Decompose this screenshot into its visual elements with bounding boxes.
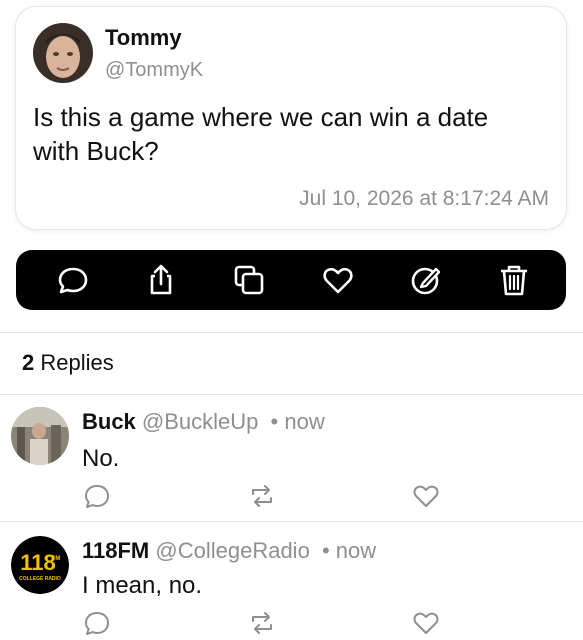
- reply-icon[interactable]: [56, 263, 90, 297]
- reply-item[interactable]: 118 FM COLLEGE RADIO 118FM @CollegeRadio…: [0, 522, 583, 640]
- author-avatar[interactable]: [33, 23, 93, 83]
- reply-time: • now: [321, 538, 377, 563]
- replies-number: 2: [22, 350, 35, 375]
- reply-icon[interactable]: [82, 608, 112, 638]
- copy-icon[interactable]: [232, 263, 266, 297]
- logo-caption: COLLEGE RADIO: [19, 576, 61, 582]
- logo-sup: FM: [52, 556, 61, 562]
- edit-icon[interactable]: [409, 263, 443, 297]
- replies-label: Replies: [40, 350, 114, 375]
- logo-number: 118: [20, 550, 56, 575]
- post-card: Tommy @TommyK Is this a game where we ca…: [16, 7, 566, 229]
- reply-author-name[interactable]: Buck: [82, 409, 136, 434]
- reply-text: I mean, no.: [82, 572, 203, 599]
- author-handle[interactable]: @TommyK: [105, 59, 203, 82]
- post-timestamp: Jul 10, 2026 at 8:17:24 AM: [299, 187, 549, 210]
- author-name[interactable]: Tommy: [105, 25, 182, 51]
- reply-item[interactable]: Buck @BuckleUp • now No.: [0, 395, 583, 520]
- reply-author-handle[interactable]: @CollegeRadio: [155, 538, 309, 563]
- reply-header: Buck @BuckleUp • now: [82, 409, 325, 435]
- reply-avatar[interactable]: [11, 407, 69, 465]
- reply-author-name[interactable]: 118FM: [82, 538, 149, 563]
- like-icon[interactable]: [411, 608, 441, 638]
- post-action-toolbar: [16, 250, 566, 310]
- replies-count: 2 Replies: [22, 350, 114, 376]
- like-icon[interactable]: [411, 481, 441, 511]
- delete-icon[interactable]: [497, 263, 531, 297]
- reply-header: 118FM @CollegeRadio • now: [82, 538, 376, 564]
- reply-avatar[interactable]: 118 FM COLLEGE RADIO: [11, 536, 69, 594]
- reply-icon[interactable]: [82, 481, 112, 511]
- reply-author-handle[interactable]: @BuckleUp: [142, 409, 259, 434]
- like-icon[interactable]: [321, 263, 355, 297]
- post-text: Is this a game where we can win a date w…: [33, 102, 489, 166]
- share-icon[interactable]: [144, 263, 178, 297]
- reply-text: No.: [82, 445, 120, 472]
- section-divider: [0, 332, 583, 333]
- repost-icon[interactable]: [247, 608, 277, 638]
- repost-icon[interactable]: [247, 481, 277, 511]
- reply-time: • now: [270, 409, 325, 434]
